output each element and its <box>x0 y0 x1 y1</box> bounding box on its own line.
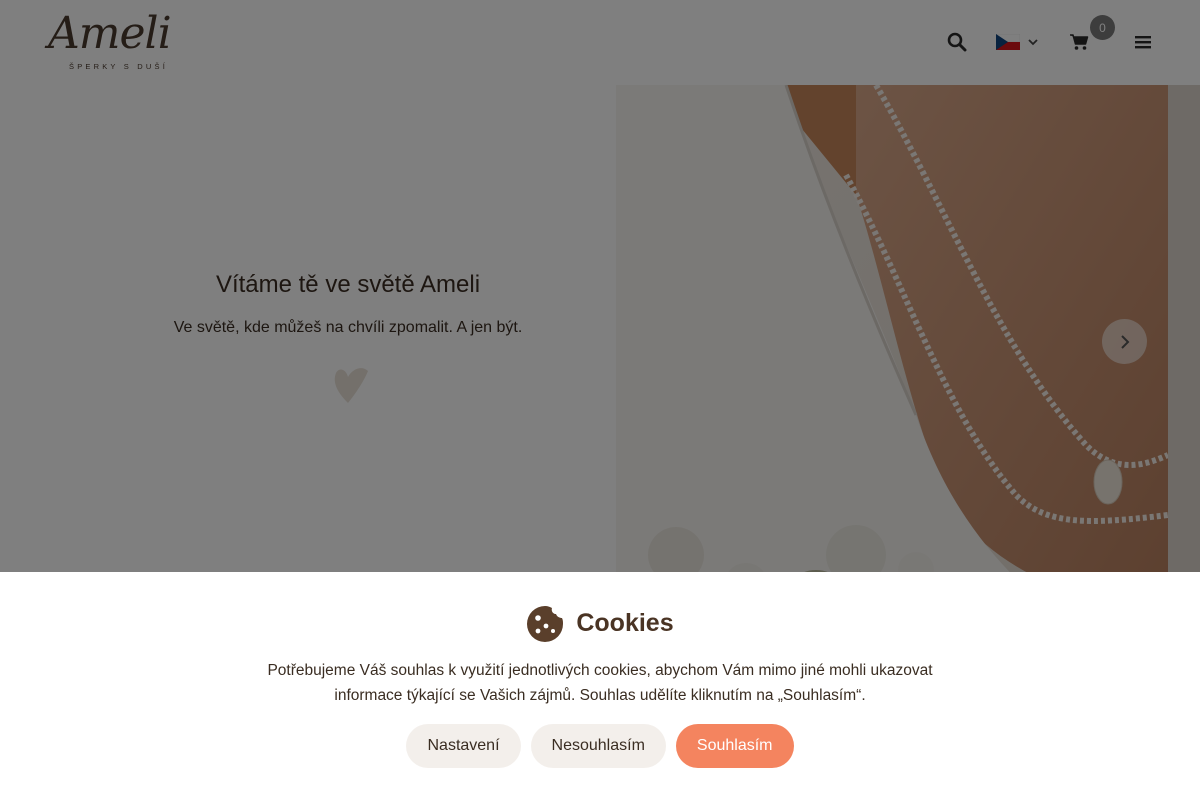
cookie-consent-bar: Cookies Potřebujeme Váš souhlas k využit… <box>0 572 1200 800</box>
cookie-heading: Cookies <box>0 604 1200 642</box>
cookie-decline-button[interactable]: Nesouhlasím <box>530 724 666 768</box>
cookie-settings-button[interactable]: Nastavení <box>406 724 521 768</box>
modal-overlay <box>0 0 1200 572</box>
cookie-button-row: Nastavení Nesouhlasím Souhlasím <box>0 724 1200 768</box>
cookie-title: Cookies <box>576 608 674 637</box>
cookie-icon <box>527 606 564 642</box>
cookie-description: Potřebujeme Váš souhlas k využití jednot… <box>267 662 933 704</box>
cookie-accept-button[interactable]: Souhlasím <box>675 724 794 768</box>
